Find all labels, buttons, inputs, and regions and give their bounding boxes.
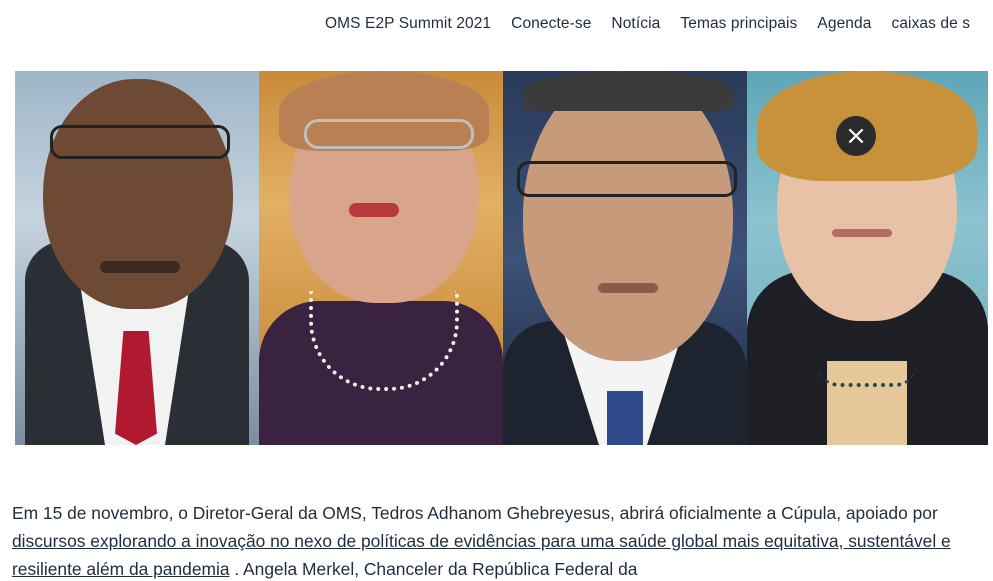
- nav-item-summit[interactable]: OMS E2P Summit 2021: [325, 15, 491, 33]
- top-navigation: OMS E2P Summit 2021 Conecte-se Notícia T…: [0, 0, 993, 48]
- article-paragraph: Em 15 de novembro, o Diretor-Geral da OM…: [12, 499, 987, 581]
- portrait-1: [15, 71, 259, 445]
- nav-item-caixas[interactable]: caixas de s: [891, 15, 970, 33]
- nav-item-noticia[interactable]: Notícia: [611, 15, 660, 33]
- portrait-2: [259, 71, 503, 445]
- close-icon[interactable]: ×: [836, 116, 876, 156]
- nav-item-agenda[interactable]: Agenda: [817, 15, 871, 33]
- article-text-before: Em 15 de novembro, o Diretor-Geral da OM…: [12, 503, 938, 523]
- portrait-3: [503, 71, 747, 445]
- article-text-after: . Angela Merkel, Chanceler da República …: [229, 559, 638, 579]
- nav-item-temas-principais[interactable]: Temas principais: [680, 15, 797, 33]
- nav-item-conecte-se[interactable]: Conecte-se: [511, 15, 591, 33]
